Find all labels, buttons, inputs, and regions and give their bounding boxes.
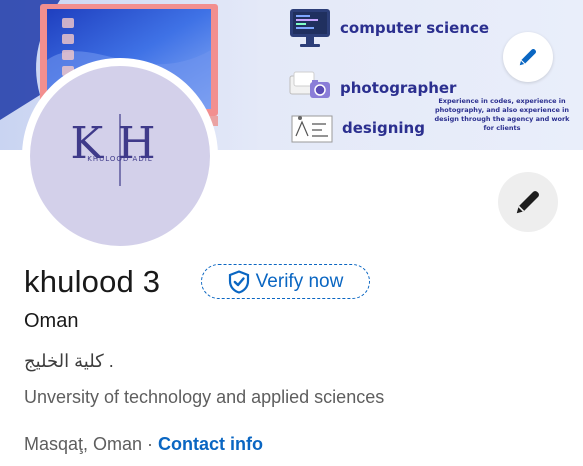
profile-education: Unversity of technology and applied scie… <box>24 387 385 407</box>
banner-skill-computer-science: computer science <box>288 6 489 50</box>
profile-organization: كلية الخليج . <box>24 351 114 372</box>
pencil-icon <box>516 191 539 214</box>
monogram-logo: KH KHULOOD ADIL <box>70 114 156 186</box>
verify-now-button[interactable]: Verify now <box>201 264 370 299</box>
edit-profile-button[interactable] <box>498 172 558 232</box>
avatar[interactable]: KH KHULOOD ADIL <box>30 66 210 246</box>
banner-skill-label: computer science <box>340 19 490 37</box>
banner-skill-label: photographer <box>340 79 457 97</box>
profile-name: khulood 3 <box>24 264 161 299</box>
organization-name: كلية الخليج <box>24 351 104 371</box>
banner-description: Experience in codes, experience in photo… <box>434 97 570 132</box>
location-text: Masqaţ, Oman <box>24 434 143 454</box>
profile-location-row: Masqaţ, Oman · Contact info <box>24 434 263 455</box>
camera-icon <box>289 71 330 98</box>
separator-dot: · <box>147 434 154 454</box>
banner-skill-designing: designing <box>290 112 425 144</box>
edit-banner-button[interactable] <box>503 32 553 82</box>
profile-headline: Oman <box>24 310 79 332</box>
banner-skill-label: designing <box>342 119 425 137</box>
verify-now-label: Verify now <box>255 270 344 292</box>
monitor-code-icon <box>290 9 330 47</box>
pencil-icon <box>519 48 537 66</box>
sketch-icon <box>291 115 333 143</box>
organization-suffix: . <box>108 351 114 371</box>
contact-info-link[interactable]: Contact info <box>158 434 263 455</box>
logo-name: KHULOOD ADIL <box>87 155 152 163</box>
shield-check-icon <box>228 269 249 294</box>
